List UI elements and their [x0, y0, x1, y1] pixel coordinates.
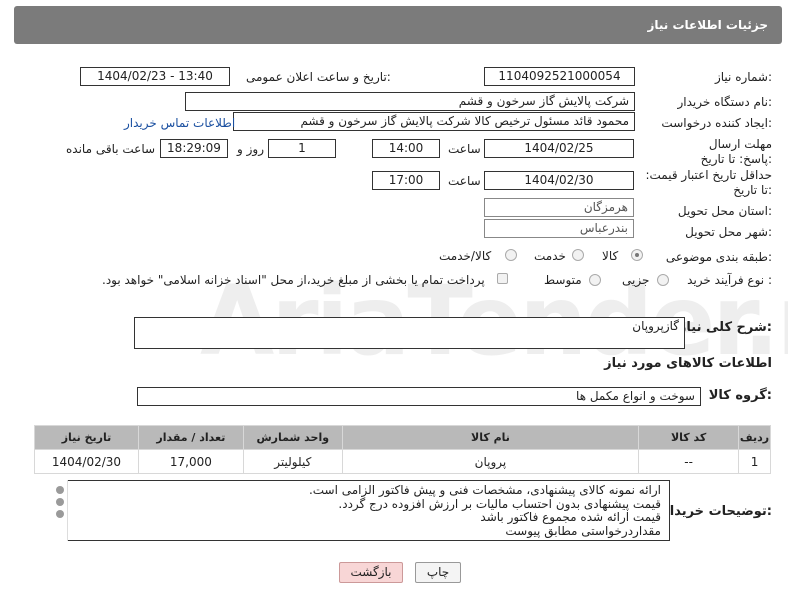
buyer-notes-label: توضیحات خریدار: — [662, 504, 772, 519]
buyer-label: نام دستگاه خریدار: — [677, 95, 773, 109]
contact-info-link[interactable]: اطلاعات تماس خریدار — [124, 116, 235, 130]
announce-field: 1404/02/23 - 13:40 — [80, 67, 230, 86]
category-service-label: خدمت — [534, 249, 566, 263]
page-title: جزئیات اطلاعات نیاز — [647, 18, 768, 32]
buyer-notes-field: ارائه نمونه کالای پیشنهادی، مشخصات فنی و… — [52, 480, 670, 541]
scroll-thumb-icon[interactable] — [56, 498, 64, 506]
summary-label: شرح کلی نیاز: — [678, 320, 772, 335]
category-service-radio[interactable] — [572, 249, 584, 261]
note-line: قیمت ارائه شده مجموع فاکتور باشد — [480, 510, 661, 524]
deadline-label: مهلت ارسال پاسخ: تا تاریخ: — [700, 137, 772, 166]
days-field: 1 — [268, 139, 336, 158]
summary-field: گازپروپان — [134, 317, 685, 349]
header-panel: جزئیات اطلاعات نیاز — [14, 6, 782, 44]
need-number-field: 1104092521000054 — [484, 67, 635, 86]
province-label: استان محل تحویل: — [677, 204, 772, 218]
category-goods-radio[interactable] — [631, 249, 643, 261]
category-label: طبقه بندی موضوعی: — [665, 250, 772, 264]
items-section-title: اطلاعات کالاهای مورد نیاز — [604, 356, 772, 371]
creator-field: محمود قائد مسئول ترخیص کالا شرکت پالایش … — [233, 112, 635, 131]
goods-group-field: سوخت و انواع مکمل ها — [137, 387, 701, 406]
cell-code: -- — [638, 449, 740, 474]
col-unit: واحد شمارش — [242, 425, 343, 450]
category-both-label: کالا/خدمت — [439, 249, 492, 263]
cell-date: 1404/02/30 — [34, 449, 139, 474]
process-minor-label: جزیی — [622, 273, 650, 287]
category-both-radio[interactable] — [505, 249, 517, 261]
category-goods-label: کالا — [602, 249, 619, 263]
need-number-label: شماره نیاز: — [714, 70, 772, 84]
col-name: نام کالا — [341, 425, 640, 450]
validity-date-field: 1404/02/30 — [484, 171, 634, 190]
table-row: 1 -- پروپان کیلولیتر 17,000 1404/02/30 — [34, 449, 771, 474]
city-field: بندرعباس — [484, 219, 634, 238]
process-medium-radio[interactable] — [589, 274, 601, 286]
validity-label: حداقل تاریخ اعتبار قیمت: تا تاریخ: — [645, 168, 772, 197]
process-medium-label: متوسط — [544, 273, 582, 287]
note-line: ارائه نمونه کالای پیشنهادی، مشخصات فنی و… — [308, 483, 661, 497]
process-label: نوع فرآیند خرید : — [687, 273, 772, 287]
remaining-label: ساعت باقی مانده — [66, 142, 156, 156]
print-button[interactable]: چاپ — [415, 562, 461, 583]
validity-time-label: ساعت — [448, 174, 481, 188]
deadline-time-field: 14:00 — [372, 139, 440, 158]
cell-unit: کیلولیتر — [242, 449, 343, 474]
days-label: روز و — [237, 142, 264, 156]
buyer-field: شرکت پالایش گاز سرخون و قشم — [185, 92, 635, 111]
payment-note: پرداخت تمام یا بخشی از مبلغ خرید،از محل … — [102, 273, 485, 287]
deadline-date-field: 1404/02/25 — [484, 139, 634, 158]
treasury-checkbox[interactable] — [497, 273, 508, 284]
cell-name: پروپان — [341, 449, 640, 474]
scroll-up-icon[interactable] — [56, 486, 64, 494]
notes-scrollbar[interactable] — [52, 480, 68, 541]
goods-group-label: گروه کالا: — [708, 388, 772, 403]
process-minor-radio[interactable] — [657, 274, 669, 286]
announce-label: تاریخ و ساعت اعلان عمومی: — [246, 70, 391, 84]
col-quantity: تعداد / مقدار — [137, 425, 244, 450]
creator-label: ایجاد کننده درخواست: — [661, 116, 772, 130]
note-line: مقداردرخواستی مطابق پیوست — [505, 523, 661, 538]
back-button[interactable]: بازگشت — [339, 562, 403, 583]
scroll-down-icon[interactable] — [56, 510, 64, 518]
cell-quantity: 17,000 — [137, 449, 244, 474]
province-field: هرمزگان — [484, 198, 634, 217]
items-table: ردیف کد کالا نام کالا واحد شمارش تعداد /… — [34, 425, 771, 474]
remaining-time-field: 18:29:09 — [160, 139, 228, 158]
col-code: کد کالا — [638, 425, 740, 450]
deadline-time-label: ساعت — [448, 142, 481, 156]
col-date: تاریخ نیاز — [34, 425, 139, 450]
validity-time-field: 17:00 — [372, 171, 440, 190]
cell-row: 1 — [738, 449, 771, 474]
city-label: شهر محل تحویل: — [685, 225, 772, 239]
col-row: ردیف — [738, 425, 771, 450]
note-line: قیمت پیشنهادی بدون احتساب مالیات بر ارزش… — [338, 496, 661, 511]
